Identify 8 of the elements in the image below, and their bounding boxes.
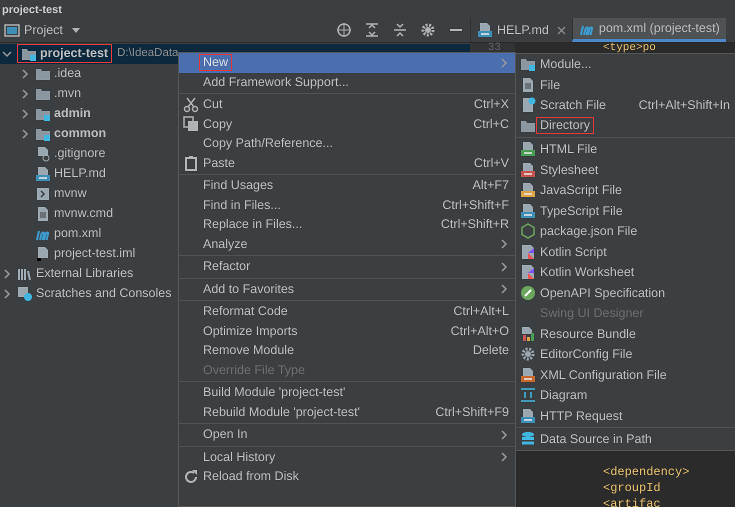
code-line: <type>po [602, 42, 656, 55]
highlight-box: New [199, 54, 232, 72]
path-label: D:\IdeaData [117, 46, 178, 62]
code-line: <artifac [602, 496, 662, 507]
code-line: <groupId [602, 480, 662, 496]
code-line: <dependency> [602, 464, 690, 480]
window-title: project-test [1, 4, 62, 18]
highlight-box: Directory [536, 117, 594, 134]
